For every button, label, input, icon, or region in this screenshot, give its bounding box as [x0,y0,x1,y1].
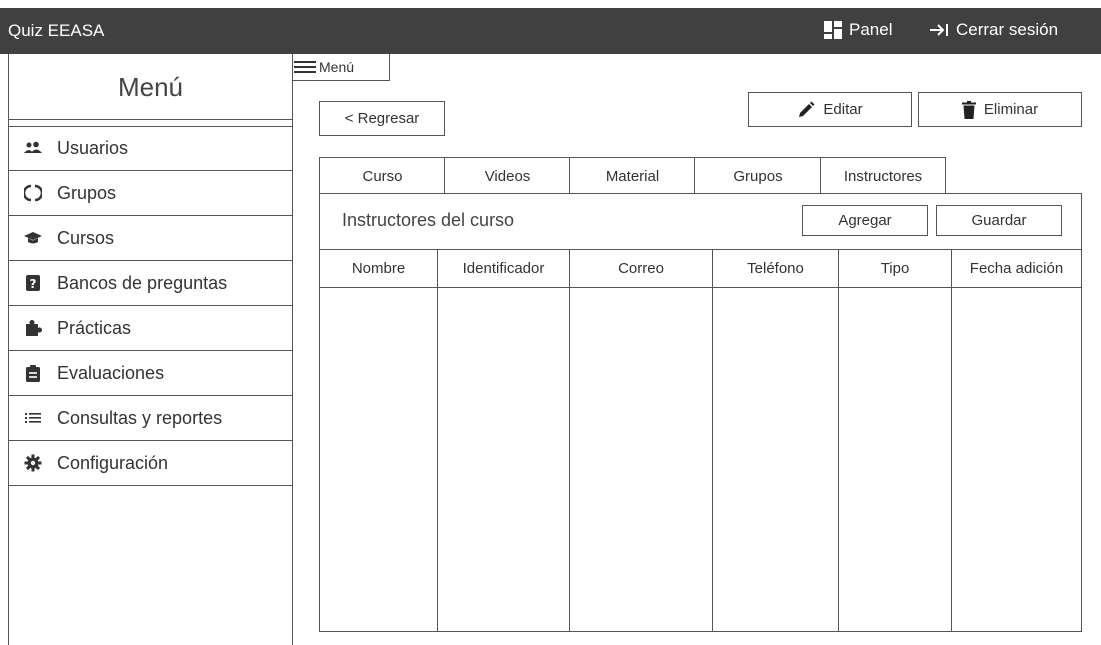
clipboard-icon [23,363,43,383]
sidebar-item-label: Bancos de preguntas [57,272,228,293]
column-divider [569,249,570,631]
question-square-icon: ? [23,273,43,293]
sidebar-item-label: Prácticas [57,317,132,338]
sidebar-item-label: Usuarios [57,137,129,158]
section-title: Instructores del curso [342,210,515,230]
app-title: Quiz EEASA [8,21,105,40]
gear-icon [23,453,43,473]
panel-label: Panel [849,20,893,39]
svg-text:?: ? [30,277,37,291]
tab-instructores[interactable]: Instructores [820,157,946,194]
sidebar-title: Menú [9,54,292,120]
add-button[interactable]: Agregar [802,205,928,236]
column-divider [951,249,952,631]
top-bar: Quiz EEASA Panel Cerrar sesión [0,8,1101,54]
tab-material[interactable]: Material [569,157,695,194]
tab-curso[interactable]: Curso [319,157,445,194]
users-icon [23,138,43,158]
sidebar-item-configuracion[interactable]: Configuración [9,441,292,486]
logout-link[interactable]: Cerrar sesión [928,20,1058,40]
hamburger-icon [294,61,316,73]
column-header-correo[interactable]: Correo [570,249,712,287]
sidebar-item-usuarios[interactable]: Usuarios [9,126,292,171]
delete-button[interactable]: Eliminar [918,92,1082,127]
column-header-tipo[interactable]: Tipo [839,249,951,287]
logout-icon [930,24,948,36]
pencil-icon [799,101,815,117]
sidebar-item-evaluaciones[interactable]: Evaluaciones [9,351,292,396]
column-header-identificador[interactable]: Identificador [438,249,569,287]
trash-icon [961,100,976,119]
column-divider [712,249,713,631]
table-header-border [319,287,1082,288]
sidebar-item-bancos-de-preguntas[interactable]: ? Bancos de preguntas [9,261,292,306]
edit-button[interactable]: Editar [748,92,912,127]
dashboard-icon [824,21,842,39]
delete-label: Eliminar [983,101,1039,118]
logout-label: Cerrar sesión [956,20,1059,39]
column-divider [838,249,839,631]
sidebar-item-label: Configuración [57,452,169,473]
sidebar-item-label: Grupos [57,182,117,203]
puzzle-icon [23,318,43,338]
tab-grupos[interactable]: Grupos [694,157,821,194]
back-button[interactable]: < Regresar [319,101,445,136]
menu-toggle-button[interactable]: Menú [293,54,390,81]
graduation-cap-icon [23,228,43,248]
sidebar-item-grupos[interactable]: Grupos [9,171,292,216]
list-icon [23,408,43,428]
circle-notch-icon [23,183,43,203]
sidebar-item-label: Consultas y reportes [57,407,223,428]
menu-toggle-label: Menú [319,59,355,75]
tab-videos[interactable]: Videos [444,157,570,194]
panel-link[interactable]: Panel [823,20,892,40]
column-header-nombre[interactable]: Nombre [320,249,437,287]
column-divider [437,249,438,631]
sidebar-item-label: Cursos [57,227,115,248]
edit-label: Editar [823,101,863,118]
save-button[interactable]: Guardar [936,205,1062,236]
column-header-telefono[interactable]: Teléfono [713,249,838,287]
sidebar-item-label: Evaluaciones [57,362,165,383]
sidebar-item-cursos[interactable]: Cursos [9,216,292,261]
column-header-fecha-adicion[interactable]: Fecha adición [952,249,1081,287]
sidebar-item-consultas-y-reportes[interactable]: Consultas y reportes [9,396,292,441]
sidebar: Menú Usuarios Grupos Cursos ? Bancos de … [8,54,293,645]
sidebar-item-practicas[interactable]: Prácticas [9,306,292,351]
